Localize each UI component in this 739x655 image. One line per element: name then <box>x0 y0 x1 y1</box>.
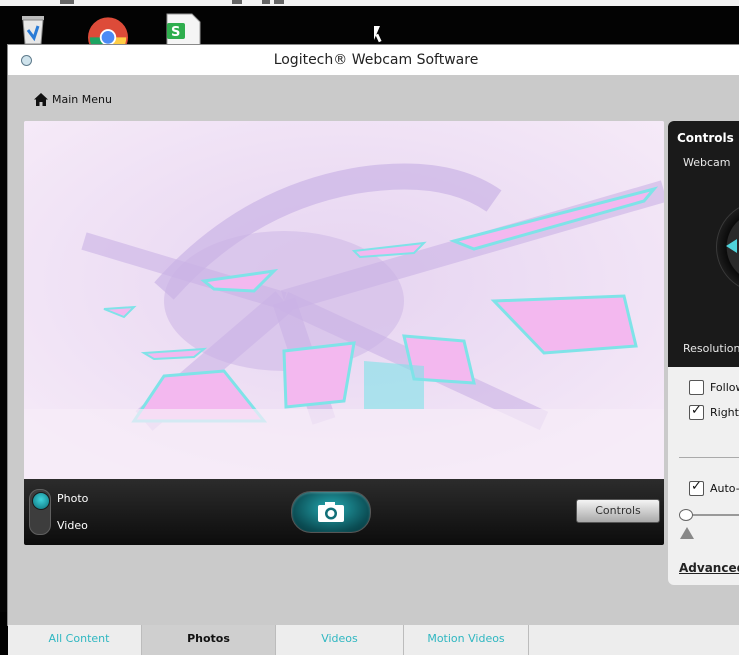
camera-panel: Photo Video Controls <box>24 121 664 545</box>
rightlight-label: RightL <box>710 406 739 419</box>
capture-photo-button[interactable] <box>291 491 371 533</box>
title-bar: Logitech® Webcam Software <box>8 45 739 75</box>
video-mode-label[interactable]: Video <box>57 519 88 532</box>
main-menu-link[interactable]: Main Menu <box>34 89 112 109</box>
controls-button[interactable]: Controls <box>576 499 660 523</box>
spreadsheet-file-icon[interactable]: S <box>164 12 204 46</box>
toggle-knob[interactable] <box>32 492 50 510</box>
follow-label: Follow <box>710 381 739 394</box>
focus-near-icon <box>680 527 694 539</box>
focus-slider-thumb[interactable] <box>679 509 693 521</box>
controls-panel: Controls Webcam Resolution Follow RightL… <box>668 121 739 585</box>
resolution-label: Resolution <box>683 342 739 355</box>
auto-focus-checkbox[interactable] <box>689 479 704 496</box>
chrome-icon[interactable] <box>88 14 128 48</box>
webcam-window: Logitech® Webcam Software Main Menu Phot… <box>7 44 739 655</box>
taskbar-strip <box>0 0 739 6</box>
tab-motion-videos[interactable]: Motion Videos <box>404 625 529 655</box>
tab-photos[interactable]: Photos <box>142 625 276 655</box>
auto-focus-label: Auto-f <box>710 482 739 495</box>
rightlight-checkbox[interactable] <box>689 403 704 420</box>
camera-icon <box>318 502 344 522</box>
controls-panel-header: Controls Webcam Resolution <box>668 121 739 367</box>
camera-toolbar: Photo Video Controls <box>24 479 664 545</box>
main-content: Main Menu Photo Video Controls Controls … <box>8 75 739 655</box>
photo-video-toggle[interactable] <box>29 489 51 535</box>
divider <box>679 457 739 458</box>
controls-heading: Controls <box>677 131 734 145</box>
svg-text:S: S <box>171 25 180 40</box>
mouse-cursor <box>374 26 380 40</box>
pan-left-arrow-icon[interactable] <box>726 239 737 253</box>
content-tabs: All Content Photos Videos Motion Videos <box>8 625 739 655</box>
main-menu-label: Main Menu <box>52 92 112 106</box>
advanced-settings-link[interactable]: Advanced <box>679 561 739 575</box>
recycle-bin-icon[interactable] <box>16 12 56 46</box>
follow-checkbox[interactable] <box>689 380 704 395</box>
webcam-preview <box>24 121 664 479</box>
webcam-label: Webcam <box>683 156 731 169</box>
tab-all-content[interactable]: All Content <box>17 625 142 655</box>
photo-mode-label[interactable]: Photo <box>57 492 88 505</box>
tab-videos[interactable]: Videos <box>276 625 404 655</box>
window-title: Logitech® Webcam Software <box>273 52 479 68</box>
home-icon <box>34 92 48 106</box>
